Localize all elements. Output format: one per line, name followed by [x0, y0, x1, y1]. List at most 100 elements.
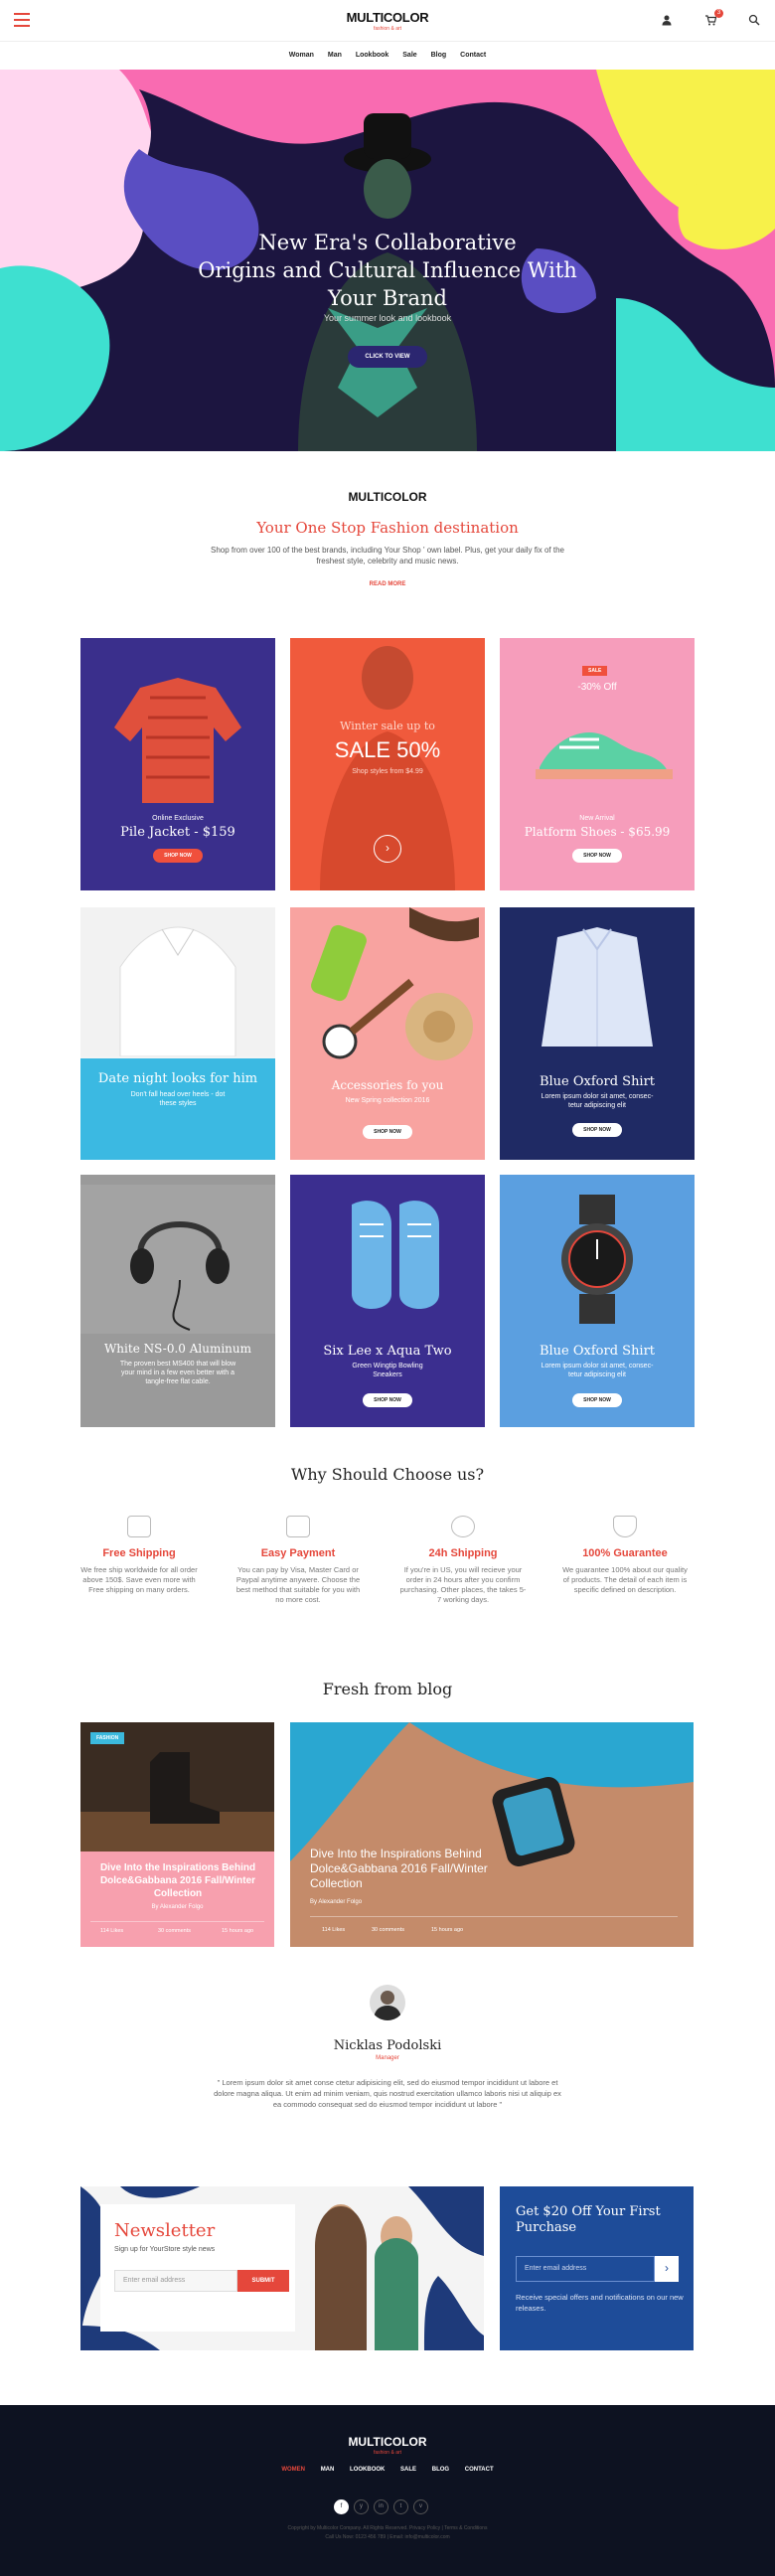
clock-icon — [451, 1516, 475, 1537]
search-icon[interactable] — [747, 14, 761, 28]
product-card-date-night[interactable]: Date night looks for him Don't fall head… — [80, 907, 275, 1160]
nav-item-lookbook[interactable]: Lookbook — [356, 52, 388, 59]
card-text: Lorem ipsum dolor sit amet, consec-tetur… — [541, 1363, 654, 1378]
card-text: Don't fall head over heels - dot these s… — [130, 1091, 226, 1107]
footer-nav-women[interactable]: WOMEN — [281, 2467, 305, 2473]
product-card-sale[interactable]: Winter sale up to SALE 50% Shop styles f… — [290, 638, 485, 890]
product-card-platform-shoes[interactable]: SALE -30% Off New Arrival Platform Shoes… — [500, 638, 695, 890]
blog-likes: 114 Likes — [100, 1928, 124, 1934]
blog-likes: 114 Likes — [322, 1927, 346, 1933]
feature-title: Easy Payment — [260, 1547, 336, 1559]
testimonial-name: Nicklas Podolski — [333, 2038, 442, 2053]
logo-tagline: fashion & art — [373, 26, 402, 32]
intro-title: Your One Stop Fashion destination — [256, 519, 519, 537]
feature-title: 100% Guarantee — [582, 1547, 668, 1559]
sale-badge: SALE — [582, 666, 608, 676]
white-shirt-image — [80, 907, 275, 1056]
newsletter-panel: Newsletter Sign up for YourStore style n… — [80, 2186, 484, 2350]
shop-now-button[interactable]: SHOP NOW — [363, 1393, 412, 1407]
footer-nav-lookbook[interactable]: LOOKBOOK — [350, 2467, 385, 2473]
blog-post-title[interactable]: Dive Into the Inspirations Behind Dolce&… — [310, 1847, 509, 1891]
avatar — [370, 1985, 405, 2020]
blog-comments: 30 comments — [158, 1928, 192, 1934]
tumblr-icon[interactable]: t — [393, 2499, 408, 2514]
footer-nav-blog[interactable]: BLOG — [432, 2467, 449, 2473]
blog-time: 15 hours ago — [222, 1928, 254, 1934]
newsletter-subtitle: Sign up for YourStore style news — [114, 2246, 216, 2253]
hero-subtitle: Your summer look and lookbook — [323, 313, 452, 323]
card-label: New Arrival — [579, 815, 615, 822]
feature-text: We free ship worldwide for all order abo… — [80, 1565, 198, 1594]
feature-text: If you're in US, you will recieve your o… — [399, 1565, 527, 1604]
feature-text: We guarantee 100% about our quality of p… — [562, 1565, 688, 1594]
footer-nav-sale[interactable]: SALE — [400, 2467, 416, 2473]
twitter-icon[interactable]: y — [354, 2499, 369, 2514]
site-logo[interactable]: MULTICOLOR fashion & art — [0, 10, 775, 32]
hero-cta-button[interactable]: CLICK TO VIEW — [348, 346, 427, 368]
nav-item-contact[interactable]: Contact — [460, 52, 486, 59]
read-more-link[interactable]: READ MORE — [0, 581, 775, 587]
card-text: Lorem ipsum dolor sit amet, consec-tetur… — [541, 1093, 654, 1109]
facebook-icon[interactable]: f — [334, 2499, 349, 2514]
footer-logo[interactable]: MULTICOLOR fashion & art — [0, 2435, 775, 2456]
copyright: Copyright by Multicolor Company. All Rig… — [0, 2524, 775, 2542]
nav-item-woman[interactable]: Woman — [289, 52, 314, 59]
nav-item-blog[interactable]: Blog — [431, 52, 447, 59]
arrow-right-icon[interactable]: › — [374, 835, 401, 863]
vimeo-icon[interactable]: v — [413, 2499, 428, 2514]
product-card-sneakers[interactable]: Six Lee x Aqua Two Green Wingtip Bowling… — [290, 1175, 485, 1427]
blue-shirt-image — [542, 927, 653, 1046]
hero-title-line-1: New Era's Collaborative — [258, 231, 517, 254]
credit-card-icon — [286, 1516, 310, 1537]
card-title: Date night looks for him — [97, 1071, 258, 1086]
card-title: Six Lee x Aqua Two — [323, 1344, 452, 1359]
product-card-accessories[interactable]: Accessories fo you New Spring collection… — [290, 907, 485, 1160]
user-icon[interactable] — [660, 14, 674, 28]
card-title: SALE 50% — [334, 737, 441, 762]
card-label: Online Exclusive — [152, 815, 204, 822]
nav-item-sale[interactable]: Sale — [402, 52, 416, 59]
red-sweater-image — [114, 678, 241, 803]
newsletter-title: Newsletter — [114, 2220, 216, 2241]
cart-icon[interactable]: 3 — [703, 9, 723, 28]
newsletter-submit-button[interactable]: SUBMIT — [237, 2270, 289, 2292]
card-text: Green Wingtip Bowling Sneakers — [352, 1363, 423, 1378]
blog-post-card[interactable]: Dive Into the Inspirations Behind Dolce&… — [290, 1722, 694, 1947]
smartwatch-image — [290, 1722, 694, 1947]
shop-now-button[interactable]: SHOP NOW — [572, 1393, 622, 1407]
nav-item-man[interactable]: Man — [328, 52, 342, 59]
arrow-right-icon[interactable]: › — [655, 2256, 679, 2282]
blog-author[interactable]: By Alexander Folgo — [80, 1904, 274, 1910]
product-card-blue-oxford-shirt[interactable]: Blue Oxford Shirt Lorem ipsum dolor sit … — [500, 907, 695, 1160]
footer-nav-man[interactable]: MAN — [321, 2467, 335, 2473]
truck-icon — [127, 1516, 151, 1537]
instagram-icon[interactable]: in — [374, 2499, 388, 2514]
blog-author[interactable]: By Alexander Folgo — [310, 1899, 362, 1905]
footer-nav-contact[interactable]: CONTACT — [465, 2467, 494, 2473]
card-subtitle: Shop styles from $4.99 — [352, 768, 423, 775]
testimonial-quote: " Lorem ipsum dolor sit amet conse ctetu… — [214, 2078, 561, 2109]
card-text: The proven best MS400 that will blow you… — [119, 1361, 236, 1385]
shield-icon — [613, 1516, 637, 1537]
feature-free-shipping: Free Shipping We free ship worldwide for… — [75, 1516, 204, 1595]
shop-now-button[interactable]: SHOP NOW — [363, 1125, 412, 1139]
blog-post-card[interactable]: FASHION Dive Into the Inspirations Behin… — [80, 1722, 274, 1947]
product-card-headphones[interactable]: White NS-0.0 Aluminum The proven best MS… — [80, 1175, 275, 1427]
product-card-watch[interactable]: Blue Oxford Shirt Lorem ipsum dolor sit … — [500, 1175, 695, 1427]
footer-logo-text: MULTICOLOR — [348, 2435, 427, 2449]
blog-post-title[interactable]: Dive Into the Inspirations Behind Dolce&… — [98, 1861, 257, 1900]
newsletter-email-input[interactable]: Enter email address — [114, 2270, 237, 2292]
blog-tag[interactable]: FASHION — [90, 1732, 125, 1744]
shop-now-button[interactable]: SHOP NOW — [572, 849, 622, 863]
hero-title-line-2: Origins and Cultural Influence With — [198, 258, 577, 282]
footer-nav: WOMEN MAN LOOKBOOK SALE BLOG CONTACT — [0, 2467, 775, 2473]
sneaker-image — [536, 732, 673, 779]
site-header: MULTICOLOR fashion & art 3 — [0, 0, 775, 42]
discount-text: -30% Off — [577, 682, 617, 693]
product-card-pile-jacket[interactable]: Online Exclusive Pile Jacket - $159 SHOP… — [80, 638, 275, 890]
intro-text: Shop from over 100 of the best brands, i… — [211, 546, 564, 565]
shop-now-button[interactable]: SHOP NOW — [153, 849, 203, 863]
shop-now-button[interactable]: SHOP NOW — [572, 1123, 622, 1137]
discount-email-input[interactable]: Enter email address — [516, 2256, 655, 2282]
card-title: Platform Shoes - $65.99 — [524, 825, 671, 839]
